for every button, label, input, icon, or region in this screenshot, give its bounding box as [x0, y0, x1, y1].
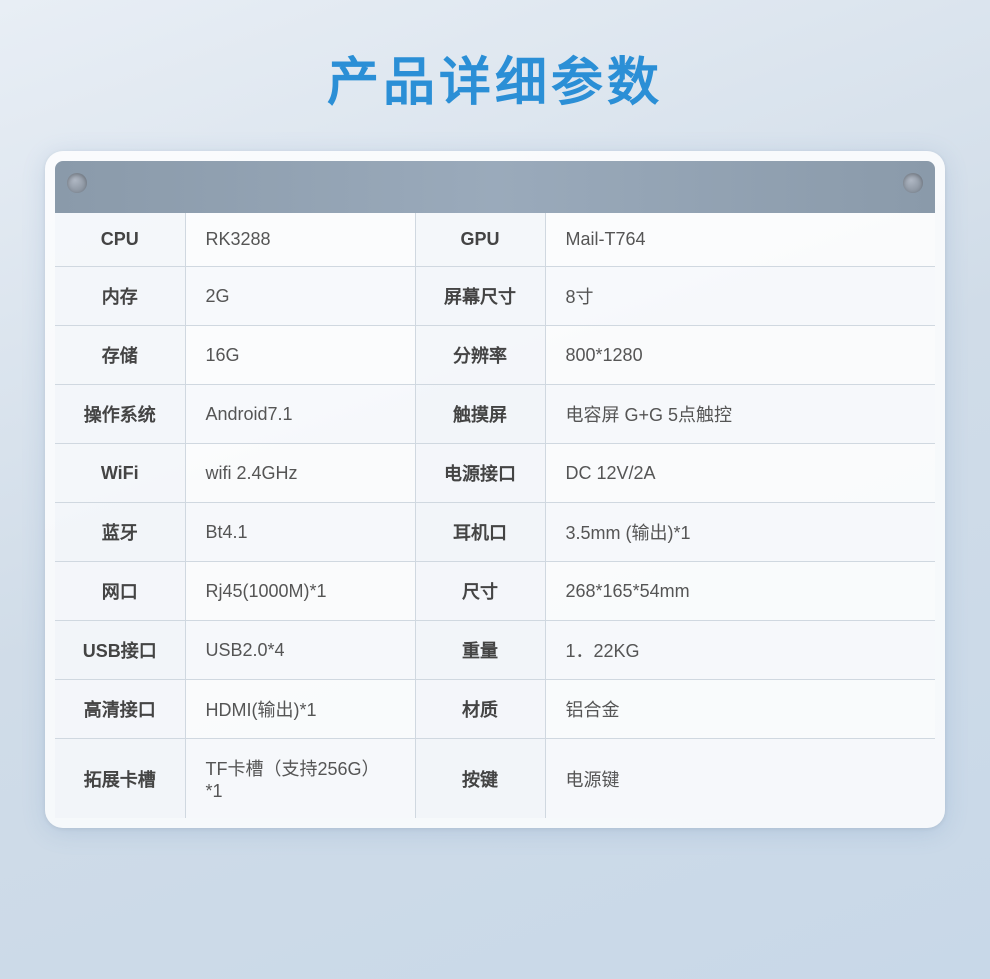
table-row: 拓展卡槽 TF卡槽（支持256G）*1 按键 电源键 — [55, 739, 935, 819]
label-col2: 重量 — [415, 621, 545, 680]
label-col2: 耳机口 — [415, 503, 545, 562]
label-col1: USB接口 — [55, 621, 185, 680]
value-col2: 铝合金 — [545, 680, 935, 739]
table-row: USB接口 USB2.0*4 重量 1．22KG — [55, 621, 935, 680]
value-col1: RK3288 — [185, 213, 415, 267]
page-title: 产品详细参数 — [327, 40, 663, 115]
label-col1: WiFi — [55, 444, 185, 503]
table-row: WiFi wifi 2.4GHz 电源接口 DC 12V/2A — [55, 444, 935, 503]
table-row: 网口 Rj45(1000M)*1 尺寸 268*165*54mm — [55, 562, 935, 621]
value-col2: 8寸 — [545, 267, 935, 326]
value-col2: 1．22KG — [545, 621, 935, 680]
value-col1: 16G — [185, 326, 415, 385]
table-row: 存储 16G 分辨率 800*1280 — [55, 326, 935, 385]
label-col2: 分辨率 — [415, 326, 545, 385]
table-row: 高清接口 HDMI(输出)*1 材质 铝合金 — [55, 680, 935, 739]
label-col1: 高清接口 — [55, 680, 185, 739]
table-row: 内存 2G 屏幕尺寸 8寸 — [55, 267, 935, 326]
value-col2: 电源键 — [545, 739, 935, 819]
label-col2: 电源接口 — [415, 444, 545, 503]
spec-table: CPU RK3288 GPU Mail-T764 内存 2G 屏幕尺寸 8寸 存… — [55, 213, 935, 818]
label-col1: 蓝牙 — [55, 503, 185, 562]
value-col1: HDMI(输出)*1 — [185, 680, 415, 739]
value-col1: Bt4.1 — [185, 503, 415, 562]
label-col2: 材质 — [415, 680, 545, 739]
table-row: 操作系统 Android7.1 触摸屏 电容屏 G+G 5点触控 — [55, 385, 935, 444]
label-col2: 按键 — [415, 739, 545, 819]
label-col1: 内存 — [55, 267, 185, 326]
value-col1: 2G — [185, 267, 415, 326]
spec-card: CPU RK3288 GPU Mail-T764 内存 2G 屏幕尺寸 8寸 存… — [45, 151, 945, 828]
table-row: 蓝牙 Bt4.1 耳机口 3.5mm (输出)*1 — [55, 503, 935, 562]
label-col1: CPU — [55, 213, 185, 267]
value-col2: 电容屏 G+G 5点触控 — [545, 385, 935, 444]
label-col1: 存储 — [55, 326, 185, 385]
value-col2: 268*165*54mm — [545, 562, 935, 621]
value-col1: USB2.0*4 — [185, 621, 415, 680]
value-col2: 3.5mm (输出)*1 — [545, 503, 935, 562]
value-col1: wifi 2.4GHz — [185, 444, 415, 503]
label-col1: 拓展卡槽 — [55, 739, 185, 819]
label-col1: 操作系统 — [55, 385, 185, 444]
value-col2: DC 12V/2A — [545, 444, 935, 503]
label-col2: 尺寸 — [415, 562, 545, 621]
value-col2: 800*1280 — [545, 326, 935, 385]
label-col2: GPU — [415, 213, 545, 267]
value-col1: Rj45(1000M)*1 — [185, 562, 415, 621]
label-col2: 屏幕尺寸 — [415, 267, 545, 326]
label-col2: 触摸屏 — [415, 385, 545, 444]
label-col1: 网口 — [55, 562, 185, 621]
value-col1: Android7.1 — [185, 385, 415, 444]
value-col2: Mail-T764 — [545, 213, 935, 267]
card-header — [55, 161, 935, 213]
table-row: CPU RK3288 GPU Mail-T764 — [55, 213, 935, 267]
value-col1: TF卡槽（支持256G）*1 — [185, 739, 415, 819]
